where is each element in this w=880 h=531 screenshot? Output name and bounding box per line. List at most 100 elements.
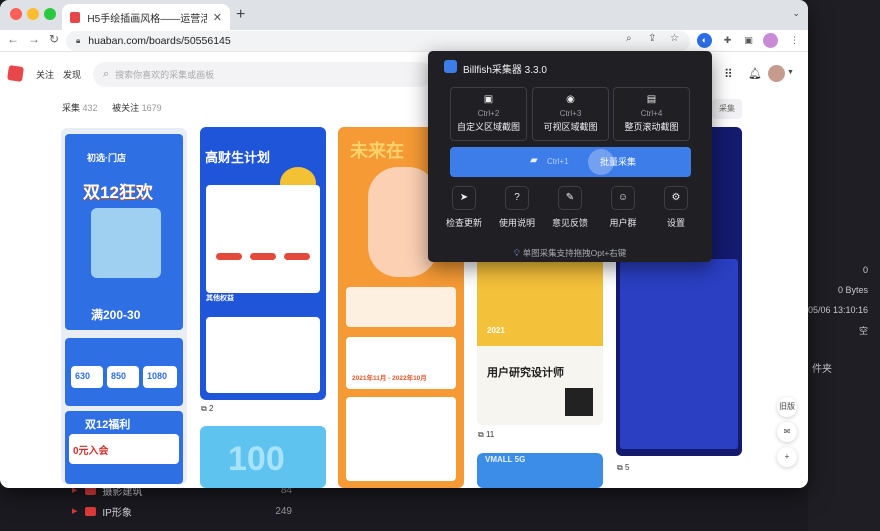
close-window-button[interactable]: [10, 8, 22, 20]
collect-icon: ▰: [530, 155, 538, 166]
user-icon: ☺: [611, 186, 635, 210]
folder-count: 249: [275, 505, 292, 517]
collect-tag-button[interactable]: 采集: [712, 99, 742, 119]
title-bar: H5手绘插画风格——运营活动类 ✕ + ⌄: [0, 0, 808, 30]
popup-tip: 💡︎ 单图采集支持拖拽Opt+右键: [428, 247, 712, 259]
message-icon[interactable]: ✉: [777, 422, 797, 442]
red-button-shape: [216, 253, 242, 260]
tab-title: H5手绘插画风格——运营活动类: [87, 13, 207, 25]
check-update-button[interactable]: ➤ 检查更新: [438, 186, 490, 229]
card-title: VMALL 5G: [485, 455, 526, 464]
url-text[interactable]: huaban.com/boards/50556145: [88, 35, 230, 47]
question-icon: ?: [505, 186, 529, 210]
button-label: 整页滚动截图: [624, 122, 679, 132]
collect-label[interactable]: 采集: [62, 103, 80, 113]
card-year: 2021: [487, 326, 505, 335]
custom-area-screenshot-button[interactable]: ▣ Ctrl+2 自定义区域截图: [450, 87, 527, 141]
close-tab-icon[interactable]: ✕: [213, 11, 222, 24]
bookmark-star-icon[interactable]: ☆: [670, 33, 679, 44]
nav-discover[interactable]: 发现: [63, 68, 81, 81]
rocket-icon: ➤: [452, 186, 476, 210]
folder-button[interactable]: 件夹: [812, 360, 832, 375]
button-label: 可视区域截图: [543, 122, 598, 132]
feedback-button[interactable]: ✎ 意见反馈: [544, 186, 596, 229]
tab-search-chevron-icon[interactable]: ⌄: [792, 8, 800, 19]
pin-card[interactable]: 100: [200, 426, 326, 488]
user-avatar[interactable]: [768, 65, 785, 82]
share-icon[interactable]: ⇪: [648, 33, 656, 44]
shortcut-label: Ctrl+1: [547, 157, 569, 166]
browser-menu-icon[interactable]: ⋮: [787, 33, 802, 48]
card-brand: 初选·门店: [87, 153, 126, 163]
pin-card[interactable]: 高财生计划 其他权益: [200, 127, 326, 400]
card-title: 未来在: [350, 141, 404, 161]
reload-icon[interactable]: ↻: [49, 32, 59, 46]
back-arrow-icon[interactable]: ←: [7, 32, 19, 46]
collect-count: 432: [82, 103, 98, 113]
billfish-popup: Billfish采集器 3.3.0 ▣ Ctrl+2 自定义区域截图 ◉ Ctr…: [428, 51, 712, 262]
pin-card[interactable]: VMALL 5G: [477, 453, 603, 488]
document-icon: ✎: [558, 186, 582, 210]
background-folder-list: ▶ 摄影建筑 84 ▶ IP形象 249: [0, 485, 808, 531]
help-button[interactable]: ? 使用说明: [491, 186, 543, 229]
browser-tab[interactable]: H5手绘插画风格——运营活动类 ✕: [62, 4, 230, 30]
extensions-puzzle-icon[interactable]: ✚: [720, 33, 735, 48]
info-empty: 空: [858, 326, 868, 336]
zoom-icon[interactable]: ⌕: [626, 33, 632, 44]
huaban-logo-icon[interactable]: [7, 65, 24, 82]
lightbulb-icon: 💡︎: [513, 248, 520, 258]
maximize-window-button[interactable]: [44, 8, 56, 20]
search-icon: ⌕: [103, 68, 110, 80]
shortcut-label: Ctrl+4: [640, 109, 663, 118]
card-2-count: ⧉ 2: [201, 404, 214, 413]
card-5-count: ⧉ 5: [617, 463, 630, 472]
address-bar[interactable]: 🔒︎ huaban.com/boards/50556145: [66, 31, 690, 51]
huaban-favicon-icon: [70, 11, 81, 23]
full-page-screenshot-button[interactable]: ▤ Ctrl+4 整页滚动截图: [613, 87, 690, 141]
shortcut-label: Ctrl+2: [477, 109, 500, 118]
pin-card[interactable]: 初选·门店 双12狂欢 满200-30 630 850 1080 双12福利 0…: [61, 128, 187, 484]
card-subtitle: 其他权益: [206, 295, 234, 302]
site-search-input[interactable]: ⌕ 搜索你喜欢的采集或画板: [93, 62, 433, 87]
red-button-shape: [284, 253, 310, 260]
promo-text: 0元入会: [73, 446, 109, 457]
background-info-panel: 0 0 Bytes 05/06 13:10:16 空 件夹: [808, 0, 880, 531]
user-group-button[interactable]: ☺ 用户群: [597, 186, 649, 229]
minimize-window-button[interactable]: [27, 8, 39, 20]
new-tab-icon[interactable]: +: [236, 6, 245, 24]
profile-avatar-icon[interactable]: [763, 33, 778, 48]
add-icon[interactable]: +: [777, 447, 797, 467]
button-label: 意见反馈: [551, 218, 588, 228]
text-panel: [346, 287, 456, 327]
batch-collect-button[interactable]: ▰ Ctrl+1 批量采集: [450, 147, 691, 177]
folder-row[interactable]: ▶ IP形象 249: [72, 501, 292, 521]
folder-icon: [85, 506, 97, 516]
expand-arrow-icon[interactable]: ▶: [72, 507, 77, 515]
button-label: 设置: [666, 218, 685, 228]
visible-area-screenshot-button[interactable]: ◉ Ctrl+3 可视区域截图: [532, 87, 609, 141]
info-size: 0 Bytes: [837, 285, 868, 295]
forward-arrow-icon[interactable]: →: [28, 32, 40, 46]
pin-card[interactable]: 2021 用户研究设计师: [477, 250, 603, 425]
tip-text: 单图采集支持拖拽Opt+右键: [522, 248, 627, 258]
price-1: 630: [75, 371, 91, 381]
shortcut-label: Ctrl+3: [559, 109, 582, 118]
chevron-down-icon[interactable]: ▼: [787, 69, 794, 76]
gear-icon: ⚙: [664, 186, 688, 210]
apps-grid-icon[interactable]: ⠿: [724, 67, 733, 81]
crop-icon: ▣: [483, 94, 494, 105]
board-stats: 采集 432 被关注 1679: [62, 101, 174, 114]
old-version-button[interactable]: 旧版: [777, 397, 797, 417]
scroll-page-icon: ▤: [646, 94, 657, 105]
card-date: 2021年11月 - 2022年10月: [352, 375, 427, 382]
settings-button[interactable]: ⚙ 设置: [650, 186, 702, 229]
notification-bell-icon[interactable]: 🔔︎: [748, 67, 762, 80]
billfish-extension-icon[interactable]: ◐: [697, 33, 712, 48]
button-label: 检查更新: [445, 218, 482, 228]
followers-label[interactable]: 被关注: [112, 103, 139, 113]
nav-follow[interactable]: 关注: [36, 68, 54, 81]
side-panel-icon[interactable]: ▣: [741, 33, 756, 48]
followers-count: 1679: [141, 103, 162, 113]
cart-illustration: [91, 208, 161, 278]
card-number: 100: [228, 440, 285, 478]
